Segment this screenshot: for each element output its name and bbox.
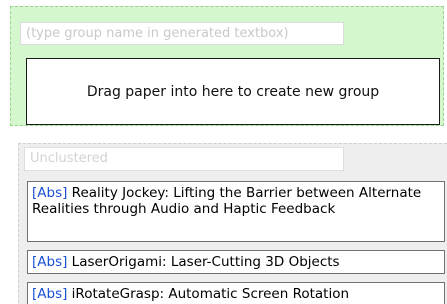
paper-card[interactable]: [Abs] LaserOrigami: Laser-Cutting 3D Obj… bbox=[27, 250, 445, 274]
unclustered-group[interactable]: Unclustered [Abs] Reality Jockey: Liftin… bbox=[18, 143, 447, 304]
paper-title: iRotateGrasp: Automatic Screen Rotation bbox=[71, 286, 350, 302]
grouping-workspace: Drag paper into here to create new group… bbox=[0, 0, 447, 304]
abstract-link[interactable]: [Abs] bbox=[32, 254, 67, 270]
new-group-dropzone[interactable]: Drag paper into here to create new group bbox=[10, 6, 444, 126]
create-group-drop-target[interactable]: Drag paper into here to create new group bbox=[26, 58, 440, 125]
paper-card[interactable]: [Abs] iRotateGrasp: Automatic Screen Rot… bbox=[27, 282, 445, 304]
paper-card[interactable]: [Abs] Reality Jockey: Lifting the Barrie… bbox=[27, 181, 445, 242]
drop-hint-text: Drag paper into here to create new group bbox=[86, 83, 380, 100]
abstract-link[interactable]: [Abs] bbox=[32, 286, 67, 302]
paper-title: LaserOrigami: Laser-Cutting 3D Objects bbox=[71, 254, 340, 270]
paper-title: Reality Jockey: Lifting the Barrier betw… bbox=[32, 185, 422, 217]
abstract-link[interactable]: [Abs] bbox=[32, 185, 67, 201]
unclustered-group-label[interactable]: Unclustered bbox=[24, 147, 344, 171]
group-name-input[interactable] bbox=[20, 22, 344, 45]
